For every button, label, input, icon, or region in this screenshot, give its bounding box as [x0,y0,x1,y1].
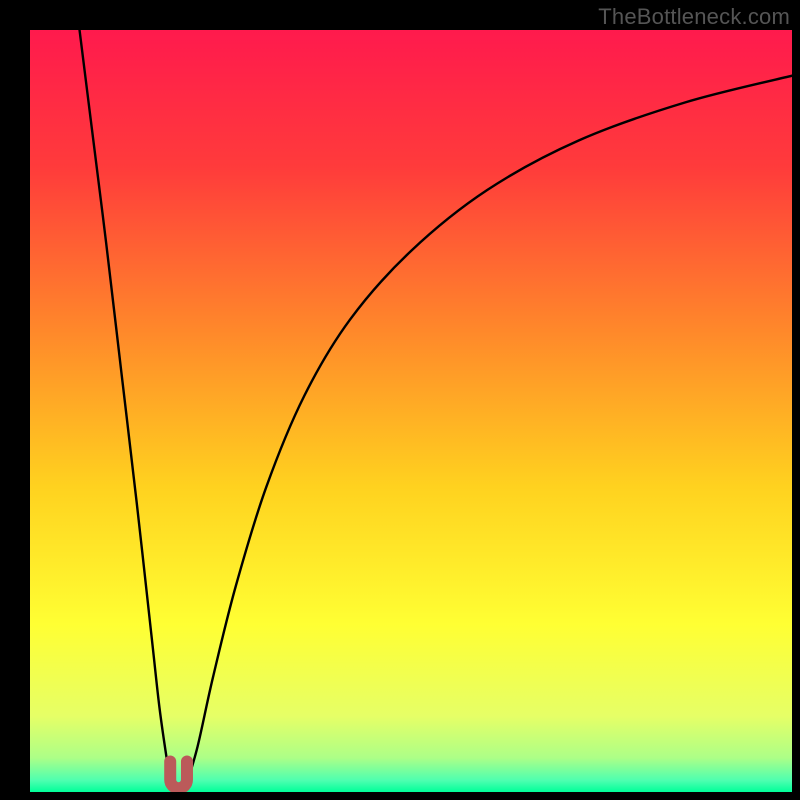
curve-layer [30,30,792,792]
series-left-branch [80,30,172,788]
plot-area [30,30,792,792]
chart-frame: TheBottleneck.com [0,0,800,800]
u-shaped-minimum-marker [170,762,187,789]
series-right-branch [185,76,792,788]
watermark-text: TheBottleneck.com [598,4,790,30]
